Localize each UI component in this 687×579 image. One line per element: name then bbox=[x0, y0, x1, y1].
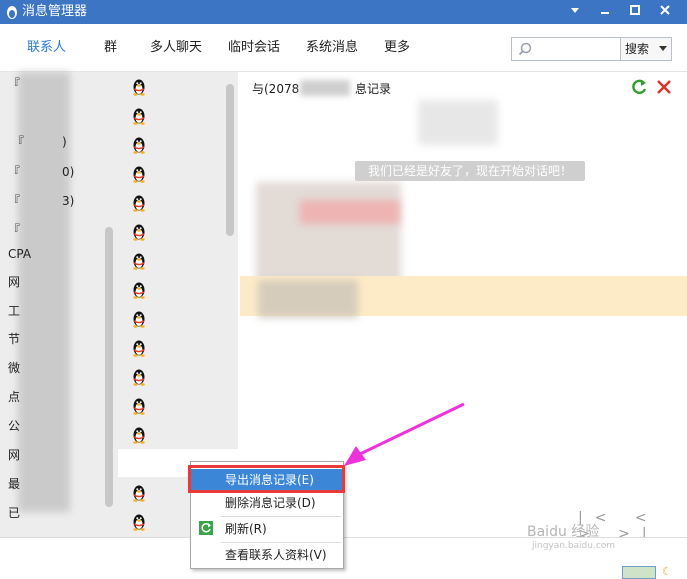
tab-multi-chat[interactable]: 多人聊天 bbox=[150, 39, 202, 57]
penguin-icon[interactable] bbox=[131, 107, 147, 125]
menu-item-label: 刷新(R) bbox=[225, 522, 267, 536]
search-input[interactable] bbox=[536, 39, 618, 59]
category-tabs: 联系人 群 多人聊天 临时会话 系统消息 更多 搜索 bbox=[0, 24, 687, 72]
blur-mask bbox=[300, 80, 350, 96]
group-item[interactable]: 『 bbox=[8, 76, 108, 92]
group-item[interactable]: 最 bbox=[8, 476, 108, 492]
chevron-down-icon bbox=[571, 8, 579, 13]
penguin-icon[interactable] bbox=[131, 165, 147, 183]
penguin-icon[interactable] bbox=[131, 513, 147, 531]
search-button[interactable]: 搜索 bbox=[620, 37, 672, 61]
group-item[interactable]: 已 bbox=[8, 505, 108, 521]
penguin-icon[interactable] bbox=[131, 397, 147, 415]
penguin-icon[interactable] bbox=[131, 339, 147, 357]
maximize-button[interactable] bbox=[624, 2, 646, 22]
delete-icon[interactable] bbox=[655, 78, 673, 96]
title-bar: 消息管理器 bbox=[0, 0, 687, 24]
message-manager-window: 消息管理器 联系人 群 多人聊天 临时会话 系统消息 更多 搜索 『 『) 『… bbox=[0, 0, 687, 579]
chevron-down-icon bbox=[659, 46, 667, 51]
search-field[interactable] bbox=[511, 37, 621, 61]
penguin-icon[interactable] bbox=[131, 78, 147, 96]
minimize-icon bbox=[601, 12, 609, 14]
menu-item-label: 查看联系人资料(V) bbox=[225, 548, 327, 562]
close-icon bbox=[660, 5, 670, 15]
group-item[interactable]: 『 bbox=[8, 222, 108, 238]
tab-contacts[interactable]: 联系人 bbox=[27, 39, 66, 57]
close-button[interactable] bbox=[654, 2, 676, 22]
group-item[interactable]: 公 bbox=[8, 418, 108, 434]
menu-item-label: 删除消息记录(D) bbox=[225, 496, 316, 510]
group-item[interactable]: 微 bbox=[8, 360, 108, 376]
group-item[interactable]: 网 bbox=[8, 274, 108, 290]
system-notice: 我们已经是好友了，现在开始对话吧！ bbox=[355, 161, 585, 181]
tab-groups[interactable]: 群 bbox=[104, 39, 117, 57]
group-list: 『 『 ) 『 0) 『 3) 『 CPA 网 工 节 微 点 公 网 最 已 bbox=[0, 72, 118, 537]
group-item[interactable]: 工 bbox=[8, 303, 108, 319]
group-item[interactable]: 节 bbox=[8, 331, 108, 347]
penguin-icon[interactable] bbox=[131, 426, 147, 444]
group-scrollbar[interactable] bbox=[105, 227, 113, 507]
penguin-icon[interactable] bbox=[131, 194, 147, 212]
refresh-icon[interactable] bbox=[630, 78, 648, 96]
window-title: 消息管理器 bbox=[22, 4, 88, 19]
tab-temp-session[interactable]: 临时会话 bbox=[228, 39, 280, 57]
message-header-prefix: 与(2078 bbox=[252, 82, 300, 96]
menu-refresh[interactable]: 刷新(R) bbox=[191, 518, 343, 540]
tray-thumbnail bbox=[622, 566, 656, 579]
annotation-arrow bbox=[344, 402, 465, 466]
menu-chevron-button[interactable] bbox=[564, 2, 586, 22]
refresh-icon bbox=[199, 521, 213, 535]
annotation-highlight-frame bbox=[188, 465, 345, 493]
watermark-url: jingyan.baidu.com bbox=[532, 541, 616, 551]
group-item[interactable]: 点 bbox=[8, 389, 108, 405]
blur-mask bbox=[258, 280, 358, 318]
penguin-icon[interactable] bbox=[131, 281, 147, 299]
minimize-button[interactable] bbox=[594, 2, 616, 22]
moon-icon: ☾ bbox=[662, 565, 672, 578]
penguin-icon[interactable] bbox=[131, 484, 147, 502]
penguin-icon[interactable] bbox=[131, 252, 147, 270]
menu-view-contact-profile[interactable]: 查看联系人资料(V) bbox=[191, 544, 343, 566]
menu-divider bbox=[221, 542, 341, 543]
blur-mask bbox=[418, 100, 498, 145]
blur-mask bbox=[300, 200, 400, 224]
group-item[interactable]: CPA bbox=[8, 246, 108, 262]
search-button-label: 搜索 bbox=[625, 42, 650, 56]
penguin-icon[interactable] bbox=[131, 136, 147, 154]
message-header-suffix: 息记录 bbox=[355, 82, 392, 96]
penguin-icon[interactable] bbox=[131, 310, 147, 328]
penguin-icon bbox=[7, 6, 17, 19]
menu-delete-records[interactable]: 删除消息记录(D) bbox=[191, 492, 343, 514]
tab-system-messages[interactable]: 系统消息 bbox=[306, 39, 358, 57]
watermark-text: Baidu 经验 bbox=[527, 524, 600, 540]
penguin-icon[interactable] bbox=[131, 223, 147, 241]
maximize-icon bbox=[630, 5, 640, 15]
group-item[interactable]: 网 bbox=[8, 447, 108, 463]
contact-scrollbar[interactable] bbox=[226, 84, 234, 236]
menu-divider bbox=[221, 516, 341, 517]
tab-more[interactable]: 更多 bbox=[384, 39, 410, 57]
penguin-icon[interactable] bbox=[131, 368, 147, 386]
search-icon bbox=[518, 42, 532, 56]
